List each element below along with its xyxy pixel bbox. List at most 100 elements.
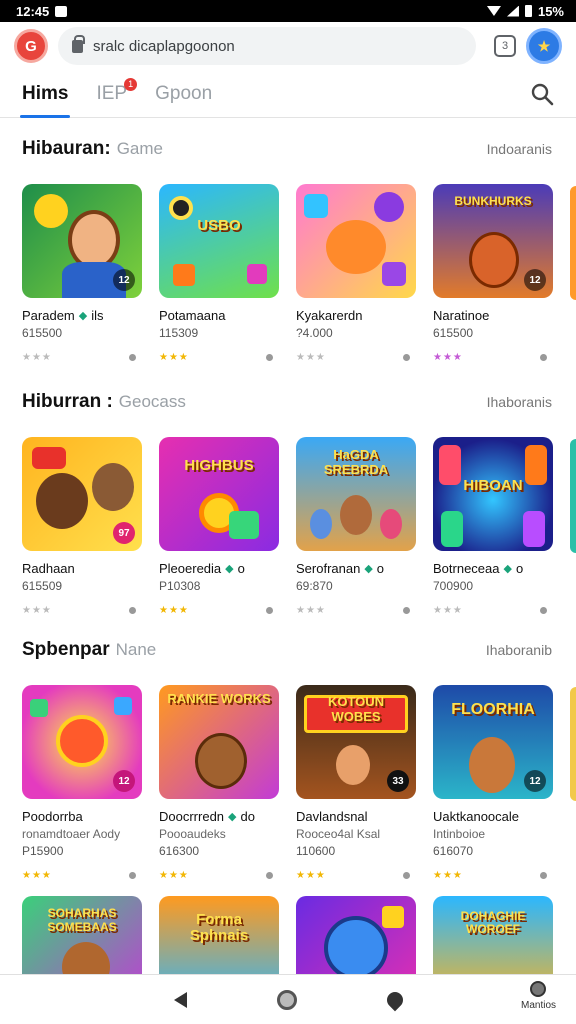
game-thumbnail[interactable]: HIBOAN xyxy=(433,437,553,551)
section-more-link[interactable]: Indoaranis xyxy=(487,141,552,157)
game-meta: 115309 xyxy=(159,326,199,340)
wifi-icon xyxy=(486,6,501,16)
game-meta: 615500 xyxy=(433,326,474,340)
game-tag: o xyxy=(237,560,245,576)
home-icon[interactable] xyxy=(276,989,297,1010)
game-title-art: HaGDA SREBRDA xyxy=(323,447,389,477)
game-card[interactable]: HIGHBUS Pleoeredia ◆ o P10308 ★★★ xyxy=(159,437,279,616)
more-dot-icon[interactable] xyxy=(129,354,136,361)
more-dot-icon[interactable] xyxy=(129,607,136,614)
game-name: Davlandsnal xyxy=(296,808,368,824)
game-title-art: BUNKHURKS xyxy=(454,194,532,209)
game-card[interactable]: FLOORHIA 12 Uaktkanoocale Intinboioe 616… xyxy=(433,685,553,881)
game-thumbnail[interactable]: HIGHBUS xyxy=(159,437,279,551)
next-card-peek[interactable] xyxy=(570,186,576,300)
more-dot-icon[interactable] xyxy=(129,872,136,879)
game-thumbnail[interactable]: HaGDA SREBRDA xyxy=(296,437,416,551)
menu-label: Mantios xyxy=(520,1000,556,1011)
game-card[interactable]: 12 Poodorrba ronamdtoaer Aody P15900 ★★★ xyxy=(22,685,142,881)
section-more-link[interactable]: Ihaboranis xyxy=(487,394,552,410)
more-dot-icon[interactable] xyxy=(540,872,547,879)
star-rating: ★★★ xyxy=(22,605,52,616)
app-logo[interactable]: G xyxy=(14,29,48,63)
section-subtitle: Nane xyxy=(115,640,157,659)
more-dot-icon[interactable] xyxy=(403,354,410,361)
game-card[interactable]: 12 Paradem ◆ ils 615500 ★★★ xyxy=(22,184,142,363)
section-subtitle: Geocass xyxy=(118,392,186,411)
game-thumbnail[interactable]: RANKIE WORKS xyxy=(159,685,279,799)
recent-apps-icon[interactable] xyxy=(383,988,406,1011)
game-badge: 33 xyxy=(387,770,409,792)
game-card[interactable]: USBO Potamaana 115309 ★★★ xyxy=(159,184,279,363)
more-dot-icon[interactable] xyxy=(266,354,273,361)
status-bar: 12:45 15% xyxy=(0,0,576,22)
battery-icon xyxy=(524,5,532,17)
star-rating: ★★★ xyxy=(433,870,463,881)
game-card[interactable]: HaGDA SREBRDA Serofranan ◆ o 69:870 ★★★ xyxy=(296,437,416,616)
game-name: Pleoeredia xyxy=(159,560,222,576)
more-dot-icon[interactable] xyxy=(540,354,547,361)
section-games: Hibauran: Game Indoaranis 12 Paradem ◆ ils… xyxy=(0,134,576,363)
game-subtitle: ronamdtoaer Aody xyxy=(22,827,121,841)
tab-iep[interactable]: IEP 1 xyxy=(96,70,138,118)
game-name: Botrneceaa xyxy=(433,560,500,576)
game-subtitle: Poooaudeks xyxy=(159,827,226,841)
game-thumbnail[interactable]: 12 xyxy=(22,184,142,298)
game-title-art: HIBOAN xyxy=(463,477,523,495)
game-card[interactable]: RANKIE WORKS Doocrrredn ◆ do Poooaudeks 61… xyxy=(159,685,279,881)
star-rating: ★★★ xyxy=(159,605,189,616)
more-dot-icon[interactable] xyxy=(266,872,273,879)
star-rating: ★★★ xyxy=(296,605,326,616)
avatar[interactable]: ★ xyxy=(526,28,562,64)
game-title-art: USBO xyxy=(197,217,241,235)
search-icon[interactable] xyxy=(530,82,554,106)
game-thumbnail[interactable]: USBO xyxy=(159,184,279,298)
game-card[interactable]: BUNKHURKS 12 Naratinoe 615500 ★★★ xyxy=(433,184,553,363)
address-bar[interactable]: sralc dicaplapgoonon xyxy=(58,27,476,65)
game-thumbnail[interactable]: 97 xyxy=(22,437,142,551)
section-more-link[interactable]: Ihaboranib xyxy=(486,642,552,658)
next-card-peek[interactable] xyxy=(570,439,576,553)
game-tag: o xyxy=(515,560,524,576)
game-name: Kyakarerdn xyxy=(296,307,363,323)
star-rating: ★★★ xyxy=(433,352,463,363)
game-tag: do xyxy=(240,808,255,824)
more-dot-icon[interactable] xyxy=(540,607,547,614)
game-thumbnail[interactable]: KOTOUN WOBES 33 xyxy=(296,685,416,799)
section-title: Spbenpar xyxy=(22,639,110,660)
game-card[interactable]: 97 Radhaan 615509 ★★★ xyxy=(22,437,142,616)
signal-icon xyxy=(506,5,519,17)
tab-gpoon[interactable]: Gpoon xyxy=(155,70,212,118)
star-rating: ★★★ xyxy=(22,352,52,363)
game-title-art: Forma Sphnais xyxy=(189,910,249,945)
gem-icon: ◆ xyxy=(225,562,234,575)
game-thumbnail[interactable]: 12 xyxy=(22,685,142,799)
game-name: Serofranan xyxy=(296,560,361,576)
back-icon[interactable] xyxy=(173,991,187,1008)
tab-label: IEP xyxy=(96,82,128,104)
game-card[interactable]: HIBOAN Botrneceaa ◆ o 700900 ★★★ xyxy=(433,437,553,616)
game-name: Doocrrredn xyxy=(159,808,225,824)
game-thumbnail[interactable]: FLOORHIA 12 xyxy=(433,685,553,799)
game-thumbnail[interactable]: BUNKHURKS 12 xyxy=(433,184,553,298)
game-meta: 616300 xyxy=(159,844,200,858)
tab-home[interactable]: Hims xyxy=(19,70,71,118)
game-badge: 12 xyxy=(524,770,546,792)
game-thumbnail[interactable] xyxy=(296,184,416,298)
more-dot-icon[interactable] xyxy=(403,872,410,879)
game-card[interactable]: KOTOUN WOBES 33 Davlandsnal Rooceo4al Ks… xyxy=(296,685,416,881)
notification-icon xyxy=(55,5,68,17)
menu-button[interactable]: Mantios xyxy=(521,981,556,1011)
game-name: Paradem xyxy=(22,307,75,323)
tab-switcher-button[interactable]: 3 xyxy=(494,35,516,57)
star-rating: ★★★ xyxy=(433,605,463,616)
game-meta: 615509 xyxy=(22,579,63,593)
game-badge: 12 xyxy=(113,269,135,291)
tab-badge: 1 xyxy=(124,77,138,91)
more-dot-icon[interactable] xyxy=(403,607,410,614)
next-card-peek[interactable] xyxy=(570,687,576,801)
more-dot-icon[interactable] xyxy=(266,607,273,614)
game-meta: 700900 xyxy=(433,579,474,593)
game-badge: 12 xyxy=(524,269,546,291)
game-card[interactable]: Kyakarerdn ?4.000 ★★★ xyxy=(296,184,416,363)
